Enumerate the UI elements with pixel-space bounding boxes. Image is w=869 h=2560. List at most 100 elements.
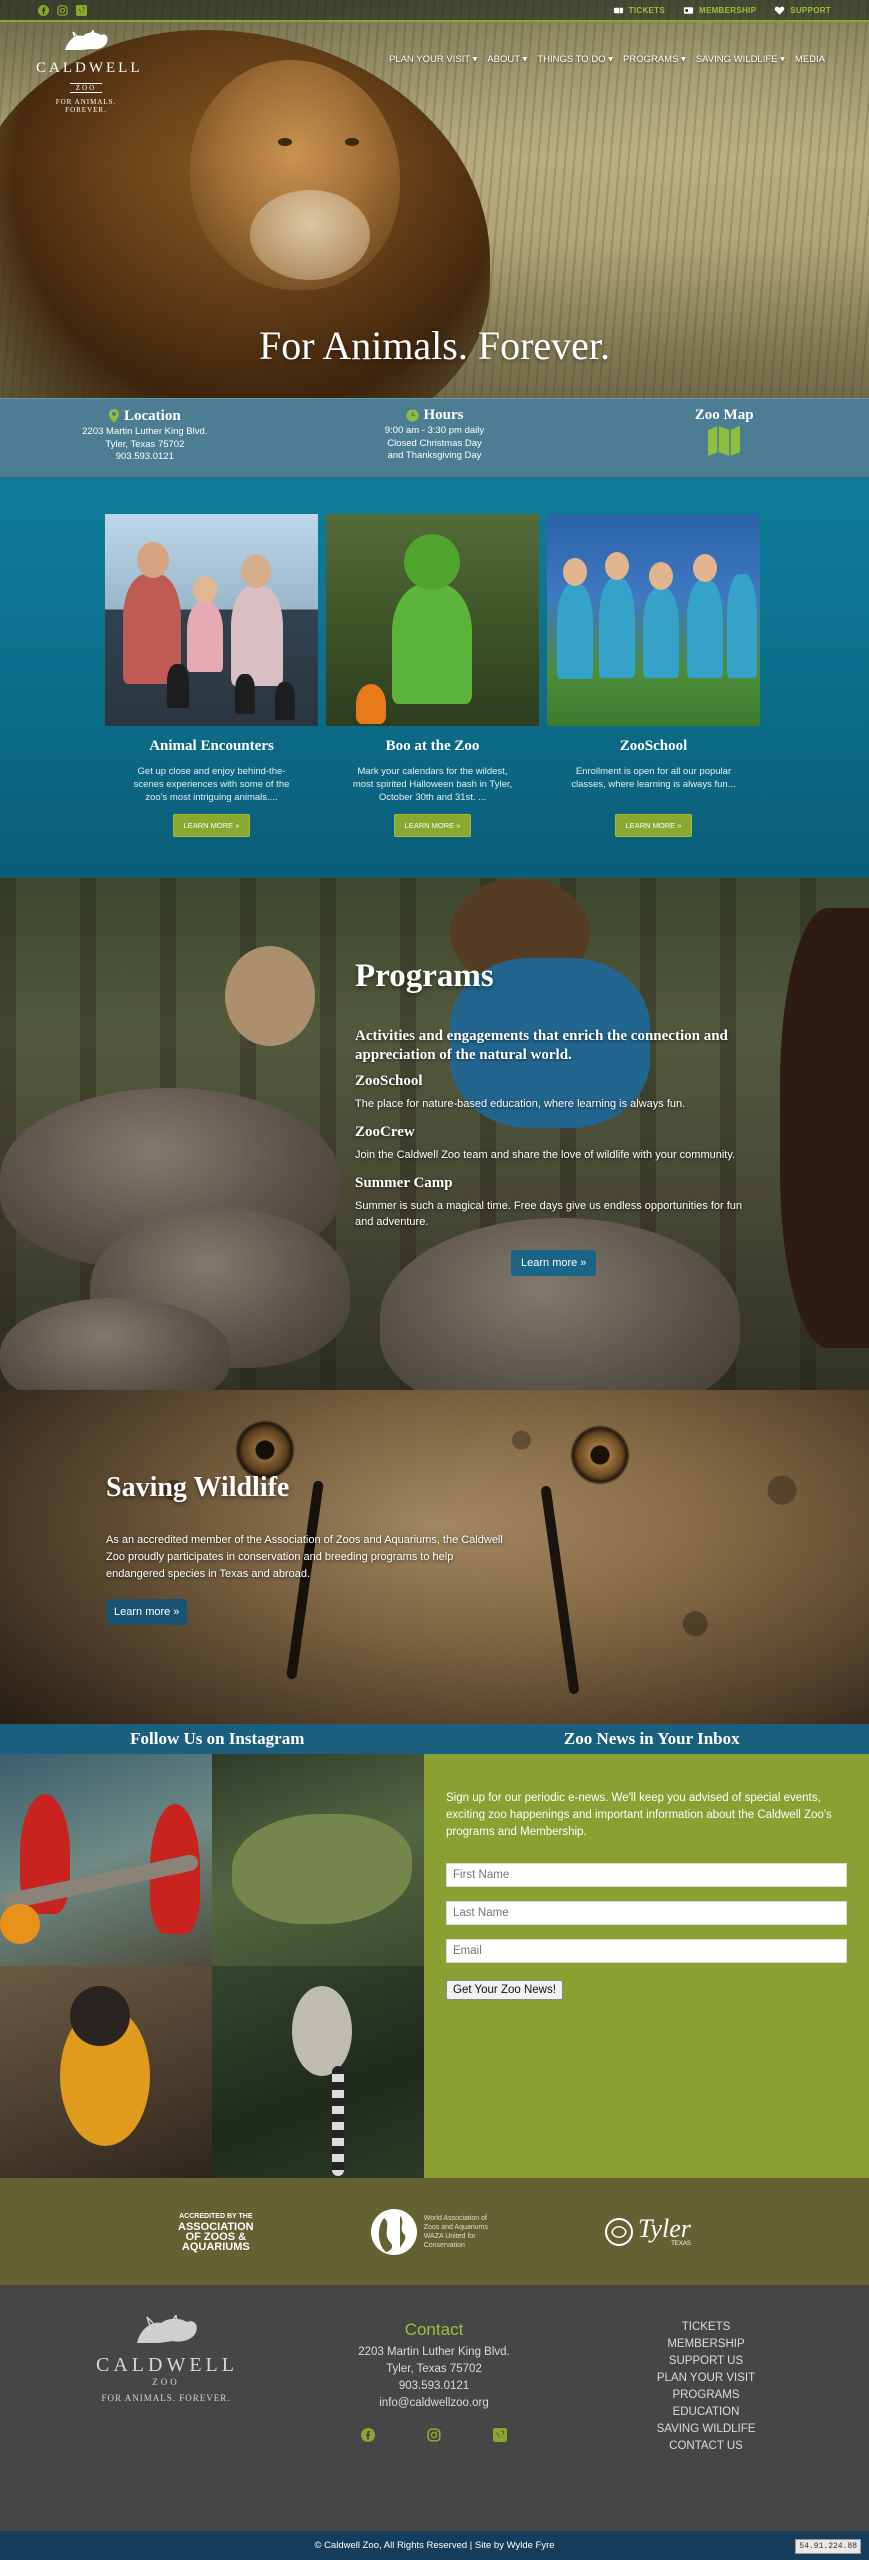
support-link[interactable]: SUPPORT bbox=[774, 5, 831, 16]
aza-logo[interactable]: ACCREDITED BY THE ASSOCIATION OF ZOOS & … bbox=[178, 2212, 254, 2253]
tickets-link[interactable]: TICKETS bbox=[613, 5, 665, 16]
waza-line-1: World Association of bbox=[423, 2214, 487, 2222]
child-costume-figure bbox=[392, 584, 472, 704]
site-footer: CALDWELL ZOO FOR ANIMALS. FOREVER. Conta… bbox=[0, 2285, 869, 2531]
footer-phone[interactable]: 903.593.0121 bbox=[334, 2378, 534, 2395]
boo-at-the-zoo-photo[interactable] bbox=[326, 514, 539, 726]
first-name-field[interactable] bbox=[446, 1863, 847, 1887]
animal-encounters-learn-more-button[interactable]: LEARN MORE » bbox=[172, 814, 251, 837]
animal-encounters-text: Get up close and enjoy behind-the-scenes… bbox=[133, 766, 290, 803]
instagram-icon[interactable] bbox=[57, 4, 68, 16]
top-utility-bar: TICKETS MEMBERSHIP SUPPORT bbox=[0, 0, 869, 22]
vimeo-icon[interactable] bbox=[493, 2428, 507, 2442]
boo-at-the-zoo-title: Boo at the Zoo bbox=[385, 738, 480, 754]
instagram-icon[interactable] bbox=[427, 2428, 441, 2442]
zoo-animals-logo-icon bbox=[65, 28, 108, 50]
child-figure bbox=[599, 578, 635, 678]
rose-icon bbox=[604, 2217, 633, 2246]
zoo-map-block[interactable]: Zoo Map bbox=[579, 399, 869, 477]
programs-content: Programs Activities and engagements that… bbox=[355, 958, 755, 1276]
facebook-icon[interactable] bbox=[361, 2428, 375, 2442]
flame-decoration bbox=[356, 684, 386, 724]
ticket-icon bbox=[613, 7, 623, 13]
footer-links: TICKETS MEMBERSHIP SUPPORT US PLAN YOUR … bbox=[636, 2319, 776, 2455]
program-zoocrew-title[interactable]: ZooCrew bbox=[355, 1124, 755, 1141]
map-icon[interactable] bbox=[707, 425, 741, 457]
boo-at-the-zoo-learn-more-button[interactable]: LEARN MORE » bbox=[393, 814, 472, 837]
feature-card-animal-encounters: Animal Encounters Get up close and enjoy… bbox=[105, 514, 318, 837]
footer-link-plan-your-visit[interactable]: PLAN YOUR VISIT bbox=[636, 2370, 776, 2387]
orange-fruit bbox=[0, 1904, 40, 1944]
nav-things-to-do[interactable]: THINGS TO DO ▾ bbox=[537, 54, 613, 65]
penguin bbox=[167, 664, 189, 708]
nav-programs[interactable]: PROGRAMS ▾ bbox=[623, 54, 686, 65]
saving-wildlife-content: Saving Wildlife As an accredited member … bbox=[106, 1472, 506, 1625]
child-figure bbox=[643, 588, 679, 678]
footer-logo[interactable]: CALDWELL ZOO FOR ANIMALS. FOREVER. bbox=[96, 2312, 238, 2403]
location-address-1: 2203 Martin Luther King Blvd. bbox=[82, 426, 208, 437]
aza-line-2: ASSOCIATION bbox=[178, 2220, 254, 2233]
instagram-grid bbox=[0, 1754, 424, 2178]
zooschool-photo[interactable] bbox=[547, 514, 760, 726]
lemur bbox=[292, 1986, 352, 2076]
waza-line-4: Conservation bbox=[423, 2241, 465, 2249]
footer-link-saving-wildlife[interactable]: SAVING WILDLIFE bbox=[636, 2421, 776, 2438]
nav-saving-wildlife[interactable]: SAVING WILDLIFE ▾ bbox=[696, 54, 785, 65]
newsletter-submit-button[interactable]: Get Your Zoo News! bbox=[446, 1980, 563, 2000]
waza-logo[interactable]: World Association of Zoos and Aquariums … bbox=[370, 2208, 488, 2256]
program-summer-camp-title[interactable]: Summer Camp bbox=[355, 1175, 755, 1192]
footer-logo-name: CALDWELL bbox=[96, 2354, 238, 2376]
saving-wildlife-learn-more-button[interactable]: Learn more » bbox=[106, 1599, 188, 1625]
feature-card-zooschool: ZooSchool Enrollment is open for all our… bbox=[547, 514, 760, 837]
footer-contact: Contact 2203 Martin Luther King Blvd. Ty… bbox=[334, 2321, 534, 2442]
logo-zoo: ZOO bbox=[69, 83, 103, 93]
membership-link[interactable]: MEMBERSHIP bbox=[683, 5, 756, 16]
footer-link-support-us[interactable]: SUPPORT US bbox=[636, 2353, 776, 2370]
footer-link-membership[interactable]: MEMBERSHIP bbox=[636, 2336, 776, 2353]
footer-contact-title: Contact bbox=[404, 2320, 464, 2339]
penguin bbox=[275, 682, 295, 720]
hours-line-1: 9:00 am - 3:30 pm daily bbox=[384, 425, 485, 436]
last-name-field[interactable] bbox=[446, 1901, 847, 1925]
animal-encounters-photo[interactable] bbox=[105, 514, 318, 726]
feature-cards: Animal Encounters Get up close and enjoy… bbox=[105, 514, 760, 837]
tickets-label: TICKETS bbox=[628, 5, 665, 15]
child-figure bbox=[187, 602, 223, 672]
footer-link-programs[interactable]: PROGRAMS bbox=[636, 2387, 776, 2404]
person-figure bbox=[231, 586, 283, 686]
footer-link-contact-us[interactable]: CONTACT US bbox=[636, 2438, 776, 2455]
zooschool-text: Enrollment is open for all our popular c… bbox=[571, 766, 736, 790]
accreditation-bar: ACCREDITED BY THE ASSOCIATION OF ZOOS & … bbox=[0, 2178, 869, 2285]
email-field[interactable] bbox=[446, 1939, 847, 1963]
copyright-bar: © Caldwell Zoo, All Rights Reserved | Si… bbox=[0, 2531, 869, 2560]
aza-line-1: ACCREDITED BY THE bbox=[179, 2212, 253, 2220]
hours-title: Hours bbox=[423, 407, 464, 424]
tyler-texas-logo[interactable]: Tyler TEXAS bbox=[604, 2215, 691, 2247]
newsletter-text: Sign up for our periodic e-news. We'll k… bbox=[446, 1792, 832, 1838]
person-head bbox=[137, 542, 169, 578]
zooschool-learn-more-button[interactable]: LEARN MORE » bbox=[614, 814, 693, 837]
lemur-tail bbox=[332, 2066, 344, 2176]
location-address-2: Tyler, Texas 75702 bbox=[105, 438, 185, 450]
instagram-photo-parrots[interactable] bbox=[0, 1754, 212, 1966]
footer-email[interactable]: info@caldwellzoo.org bbox=[334, 2395, 534, 2412]
section-headings-strip: Follow Us on Instagram Zoo News in Your … bbox=[0, 1724, 869, 1754]
hours-line-2: Closed Christmas Day bbox=[387, 437, 482, 449]
vimeo-icon[interactable] bbox=[76, 4, 87, 16]
location-phone[interactable]: 903.593.0121 bbox=[0, 451, 290, 464]
nav-media[interactable]: MEDIA bbox=[795, 54, 825, 65]
instagram-photo-iguana[interactable] bbox=[212, 1754, 424, 1966]
instagram-photo-lemur[interactable] bbox=[212, 1966, 424, 2178]
footer-link-education[interactable]: EDUCATION bbox=[636, 2404, 776, 2421]
facebook-icon[interactable] bbox=[38, 4, 49, 16]
footer-link-tickets[interactable]: TICKETS bbox=[636, 2319, 776, 2336]
nav-plan-your-visit[interactable]: PLAN YOUR VISIT ▾ bbox=[389, 54, 477, 65]
hours-line-3: and Thanksgiving Day bbox=[387, 450, 482, 461]
instagram-photo-monkey[interactable] bbox=[0, 1966, 212, 2178]
programs-learn-more-button[interactable]: Learn more » bbox=[511, 1250, 597, 1276]
site-logo[interactable]: CALDWELL ZOO FOR ANIMALS. FOREVER. bbox=[36, 28, 139, 114]
program-zooschool-title[interactable]: ZooSchool bbox=[355, 1073, 755, 1090]
child-head bbox=[693, 554, 717, 582]
nav-about[interactable]: ABOUT ▾ bbox=[487, 54, 527, 65]
saving-wildlife-title: Saving Wildlife bbox=[106, 1472, 290, 1503]
